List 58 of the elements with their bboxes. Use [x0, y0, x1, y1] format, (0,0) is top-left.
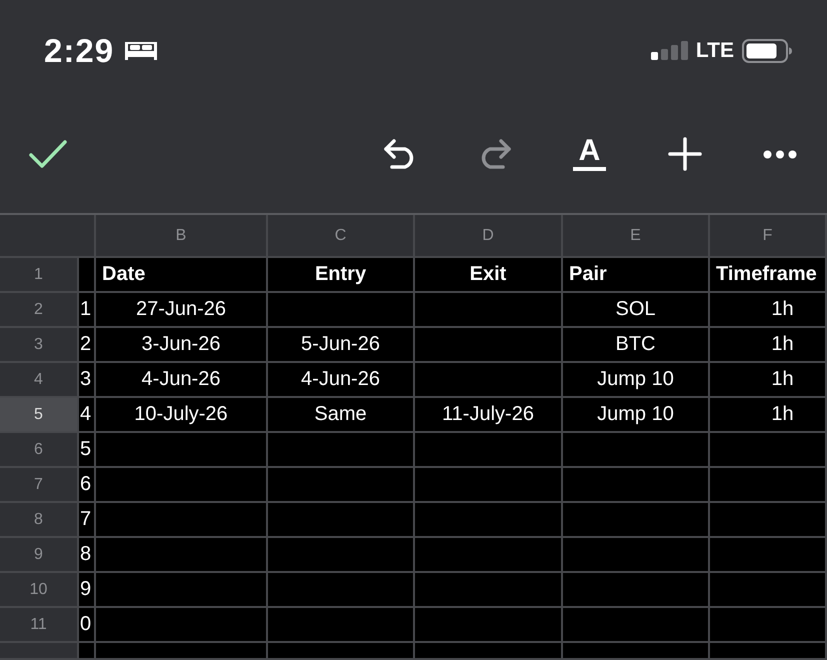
table-cell: 7: [79, 503, 96, 538]
table-cell: 3: [79, 363, 96, 398]
table-cell: BTC: [563, 328, 710, 363]
table-cell: 5-Jun-26: [268, 328, 415, 363]
table-cell: 4-Jun-26: [268, 363, 415, 398]
table-cell: 9: [79, 573, 96, 608]
table-cell: SOL: [563, 293, 710, 328]
table-cell: 5: [79, 433, 96, 468]
table-cell: Entry: [268, 258, 415, 293]
table-cell: 2: [79, 328, 96, 363]
table-cell: 4-Jun-26: [96, 363, 268, 398]
table-cell: [79, 258, 96, 293]
plus-icon: [668, 137, 702, 171]
table-cell: 1: [79, 293, 96, 328]
row-header[interactable]: 2: [0, 293, 79, 328]
more-icon: [762, 150, 796, 158]
row-header[interactable]: 6: [0, 433, 79, 468]
table-cell: 1h: [710, 398, 827, 433]
check-icon: [29, 140, 67, 168]
table-cell: [79, 643, 96, 660]
table-cell: Timeframe: [710, 258, 827, 293]
row-header[interactable]: 1: [0, 258, 79, 293]
table-cell: 3-Jun-26: [96, 328, 268, 363]
row-header[interactable]: 10: [0, 573, 79, 608]
table-cell: 1h: [710, 363, 827, 398]
table-cell: 27-Jun-26: [96, 293, 268, 328]
row-header[interactable]: 3: [0, 328, 79, 363]
text-color-button[interactable]: A: [542, 128, 637, 180]
table-cell: Pair: [563, 258, 710, 293]
row-header[interactable]: 5: [0, 398, 79, 433]
bed-icon: [125, 42, 158, 60]
table-cell: Exit: [415, 258, 563, 293]
table-cell: 1h: [710, 293, 827, 328]
clock-time: 2:29: [44, 34, 114, 67]
table-cell: 11-July-26: [415, 398, 563, 433]
column-header[interactable]: B: [96, 215, 268, 258]
column-header[interactable]: D: [415, 215, 563, 258]
row-header[interactable]: 9: [0, 538, 79, 573]
row-header[interactable]: 11: [0, 608, 79, 643]
table-cell: 8: [79, 538, 96, 573]
table-cell: Date: [96, 258, 268, 293]
table-cell: Same: [268, 398, 415, 433]
column-header[interactable]: E: [563, 215, 710, 258]
battery-icon: [742, 38, 792, 62]
table-cell: Jump 10: [563, 363, 710, 398]
column-header[interactable]: C: [268, 215, 415, 258]
table-cell: 1h: [710, 328, 827, 363]
table-cell: Jump 10: [563, 398, 710, 433]
table-cell: 10-July-26: [96, 398, 268, 433]
row-header[interactable]: 8: [0, 503, 79, 538]
signal-icon: [650, 41, 689, 60]
table-cell: 0: [79, 608, 96, 643]
row-header[interactable]: 4: [0, 363, 79, 398]
table-cell: 6: [79, 468, 96, 503]
network-type: LTE: [696, 40, 734, 61]
row-header[interactable]: 7: [0, 468, 79, 503]
column-header[interactable]: F: [710, 215, 827, 258]
table-cell: 4: [79, 398, 96, 433]
